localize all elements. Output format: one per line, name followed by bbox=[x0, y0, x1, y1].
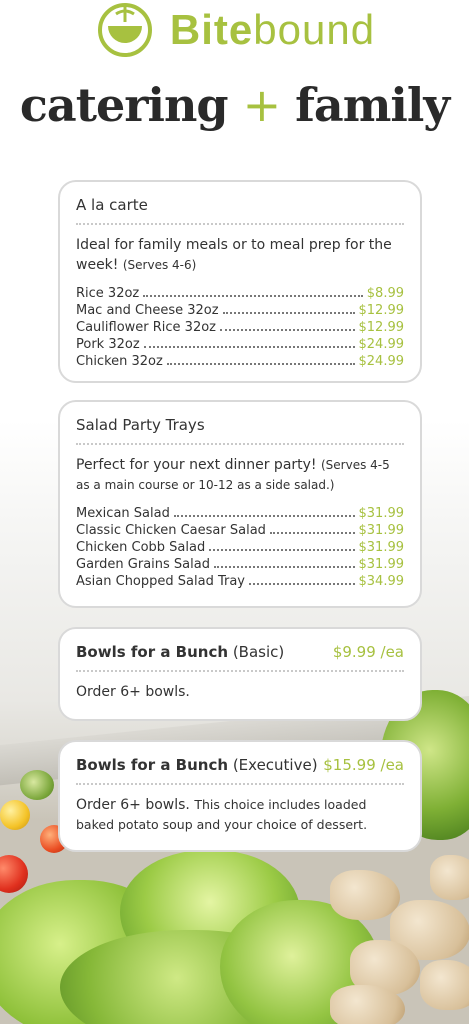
cherry-tomato bbox=[0, 800, 30, 830]
card-heading: A la carte bbox=[76, 196, 404, 225]
a-la-carte-card: A la carte Ideal for family meals or to … bbox=[58, 180, 422, 383]
leader-dots bbox=[269, 532, 355, 534]
menu-item: Chicken Cobb Salad $31.99 bbox=[76, 539, 404, 556]
card-description: Ideal for family meals or to meal prep f… bbox=[76, 235, 404, 275]
title-right: family bbox=[295, 78, 450, 132]
card-description: Perfect for your next dinner party! (Ser… bbox=[76, 455, 404, 495]
leader-dots bbox=[173, 515, 355, 517]
leader-dots bbox=[166, 363, 355, 365]
menu-item: Mexican Salad $31.99 bbox=[76, 505, 404, 522]
menu-item: Pork 32oz $24.99 bbox=[76, 336, 404, 353]
item-price: $31.99 bbox=[358, 557, 405, 572]
menu-item: Chicken 32oz $24.99 bbox=[76, 353, 404, 370]
bowls-basic-heading: Bowls for a Bunch bbox=[76, 643, 229, 661]
cherry-tomato bbox=[0, 855, 28, 893]
chicken-piece bbox=[420, 960, 469, 1010]
bowls-exec-heading: Bowls for a Bunch bbox=[76, 756, 229, 774]
bowls-basic-price: $9.99 /ea bbox=[332, 643, 404, 661]
a-la-carte-note: (Serves 4-6) bbox=[122, 258, 197, 272]
chicken-piece bbox=[430, 855, 469, 900]
menu-item: Mac and Cheese 32oz $12.99 bbox=[76, 302, 404, 319]
bowl-logo-icon bbox=[97, 3, 152, 57]
bowls-exec-tier: (Executive) bbox=[232, 756, 318, 774]
bowls-exec-price: $15.99 /ea bbox=[323, 756, 404, 774]
brand-header: Bitebound bbox=[0, 0, 469, 60]
leader-dots bbox=[222, 312, 355, 314]
bowls-executive-card: Bowls for a Bunch (Executive) $15.99 /ea… bbox=[58, 740, 422, 852]
item-price: $24.99 bbox=[358, 354, 405, 369]
menu-item: Rice 32oz $8.99 bbox=[76, 285, 404, 302]
bowls-basic-desc: Order 6+ bowls. bbox=[76, 684, 190, 700]
cucumber bbox=[20, 770, 54, 800]
brand-name: Bitebound bbox=[170, 6, 375, 54]
bowls-basic-tier: (Basic) bbox=[232, 643, 285, 661]
item-price: $8.99 bbox=[366, 286, 404, 301]
card-heading: Bowls for a Bunch (Basic) $9.99 /ea bbox=[76, 643, 404, 672]
item-name: Garden Grains Salad bbox=[76, 557, 210, 572]
title-plus: + bbox=[242, 78, 282, 132]
bowls-exec-title: Bowls for a Bunch (Executive) bbox=[76, 756, 318, 774]
leader-dots bbox=[213, 566, 355, 568]
leader-dots bbox=[143, 346, 355, 348]
card-heading: Salad Party Trays bbox=[76, 416, 404, 445]
item-name: Mac and Cheese 32oz bbox=[76, 303, 219, 318]
item-price: $34.99 bbox=[358, 574, 405, 589]
item-price: $12.99 bbox=[358, 320, 405, 335]
item-price: $31.99 bbox=[358, 523, 405, 538]
leader-dots bbox=[209, 549, 355, 551]
card-heading: Bowls for a Bunch (Executive) $15.99 /ea bbox=[76, 756, 404, 785]
item-price: $24.99 bbox=[358, 337, 405, 352]
salad-trays-card: Salad Party Trays Perfect for your next … bbox=[58, 400, 422, 608]
item-price: $12.99 bbox=[358, 303, 405, 318]
brand-name-light: bound bbox=[253, 6, 376, 53]
menu-item: Asian Chopped Salad Tray $34.99 bbox=[76, 573, 404, 590]
item-price: $31.99 bbox=[358, 506, 405, 521]
item-name: Mexican Salad bbox=[76, 506, 170, 521]
menu-item: Classic Chicken Caesar Salad $31.99 bbox=[76, 522, 404, 539]
bowls-exec-desc: Order 6+ bowls. bbox=[76, 797, 190, 813]
chicken-piece bbox=[330, 870, 400, 920]
menu-item: Garden Grains Salad $31.99 bbox=[76, 556, 404, 573]
item-name: Rice 32oz bbox=[76, 286, 140, 301]
card-description: Order 6+ bowls. This choice includes loa… bbox=[76, 795, 404, 835]
brand-name-bold: Bite bbox=[169, 6, 254, 53]
bowls-basic-title: Bowls for a Bunch (Basic) bbox=[76, 643, 284, 661]
page-title: catering + family bbox=[0, 78, 469, 132]
item-name: Asian Chopped Salad Tray bbox=[76, 574, 245, 589]
title-left: catering bbox=[19, 78, 229, 132]
salad-heading: Salad Party Trays bbox=[76, 416, 205, 434]
leader-dots bbox=[220, 329, 355, 331]
item-name: Chicken 32oz bbox=[76, 354, 163, 369]
salad-desc: Perfect for your next dinner party! bbox=[76, 457, 317, 473]
leader-dots bbox=[143, 295, 363, 297]
bowls-basic-card: Bowls for a Bunch (Basic) $9.99 /ea Orde… bbox=[58, 627, 422, 721]
leader-dots bbox=[249, 583, 355, 585]
item-price: $31.99 bbox=[358, 540, 405, 555]
menu-item: Cauliflower Rice 32oz $12.99 bbox=[76, 319, 404, 336]
item-name: Cauliflower Rice 32oz bbox=[76, 320, 216, 335]
item-name: Chicken Cobb Salad bbox=[76, 540, 206, 555]
item-name: Pork 32oz bbox=[76, 337, 140, 352]
item-name: Classic Chicken Caesar Salad bbox=[76, 523, 266, 538]
a-la-carte-heading: A la carte bbox=[76, 196, 148, 214]
